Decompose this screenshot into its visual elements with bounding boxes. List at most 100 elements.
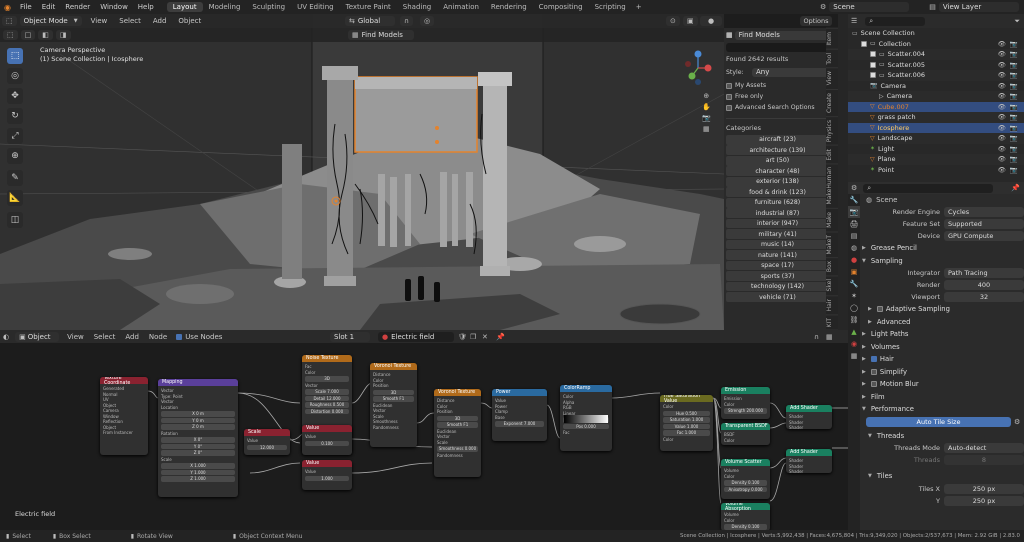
camera-render-icon[interactable]: 📷	[1010, 50, 1018, 58]
hair-checkbox[interactable]	[870, 356, 877, 363]
fake-user-icon[interactable]: 🛡	[458, 333, 467, 341]
tab-animation[interactable]: Animation	[437, 2, 485, 12]
exclude-checkbox[interactable]	[870, 61, 876, 68]
node-ramp[interactable]: ColorRampColorAlphaRGBLinear0Pos 0.000Fa…	[560, 385, 612, 451]
advanced-panel[interactable]: ▶ Advanced	[862, 316, 1024, 329]
world-tab-icon[interactable]: ●	[848, 254, 860, 266]
exclude-checkbox[interactable]	[870, 51, 876, 58]
viewport-samples-field[interactable]: 32	[944, 292, 1024, 302]
texture-tab-icon[interactable]: ▦	[848, 350, 860, 362]
node-field[interactable]: 3D	[437, 415, 478, 421]
node-menu-view[interactable]: View	[67, 333, 84, 341]
render-tab-icon[interactable]: 📷	[848, 206, 860, 218]
node-addshader2[interactable]: Add Shader Shader Shader Shader	[786, 449, 832, 473]
node-field[interactable]: Distortion 0.000	[305, 408, 349, 414]
node-transparent[interactable]: Transparent BSDF BSDF Color	[721, 423, 770, 445]
outliner-row[interactable]: ▽ Icosphere 👁 📷	[848, 122, 1024, 133]
physics-tab-icon[interactable]: ◯	[848, 302, 860, 314]
simplify-checkbox[interactable]	[870, 368, 877, 375]
slot-dropdown[interactable]: Slot 1	[330, 331, 370, 342]
node-field[interactable]: 3D	[305, 376, 349, 382]
node-field[interactable]: Y 1.000	[161, 469, 235, 475]
tool-tab-icon[interactable]: 🔧	[848, 194, 860, 206]
eye-icon[interactable]: 👁	[998, 82, 1006, 90]
node-power[interactable]: Power Value Power Clamp Base Exponent 7.000	[492, 389, 547, 441]
node-volscatter[interactable]: Volume Scatter Volume Color Density 0.100 An…	[721, 459, 770, 499]
tool-rotate[interactable]: ↻	[7, 108, 23, 124]
select-mode-extend[interactable]: ◧	[38, 30, 53, 40]
n-panel-tab[interactable]: Box	[826, 257, 838, 276]
view-layer-selector[interactable]: View Layer	[938, 2, 1019, 12]
camera-render-icon[interactable]: 📷	[1010, 71, 1018, 79]
outliner-row[interactable]: ▭ Collection 👁 📷	[848, 39, 1024, 50]
scene-tab-icon[interactable]: ◍	[848, 242, 860, 254]
pin-icon[interactable]: 📌	[496, 333, 505, 341]
active-tool-button[interactable]: ⬚	[3, 30, 18, 40]
view-layer-tab-icon[interactable]: ▤	[848, 230, 860, 242]
node-field[interactable]: Fac 1.000	[663, 430, 710, 436]
outliner-row[interactable]: ▽ Cube.007 👁 📷	[848, 101, 1024, 112]
tab-uv-editing[interactable]: UV Editing	[291, 2, 340, 12]
tool-measure[interactable]: 📐	[7, 190, 23, 206]
node-texcoord[interactable]: Texture Coordinate Generated Normal UV Objec…	[100, 377, 148, 455]
outliner-row[interactable]: ▭ Scatter.005 👁 📷	[848, 60, 1024, 71]
camera-render-icon[interactable]: 📷	[1010, 134, 1018, 142]
node-field[interactable]: Detail 12.000	[305, 395, 349, 401]
properties-search-input[interactable]: ⌕	[863, 183, 994, 193]
node-field[interactable]: Y 0°	[161, 443, 235, 449]
tool-move[interactable]: ✥	[7, 88, 23, 104]
material-selector[interactable]: ● Electric field	[378, 331, 454, 342]
unlink-material-icon[interactable]: ✕	[482, 333, 488, 341]
menu-help[interactable]: Help	[138, 3, 154, 11]
node-value1[interactable]: Value Value 0.100	[302, 425, 352, 455]
camera-render-icon[interactable]: 📷	[1010, 124, 1018, 132]
simplify-panel[interactable]: ▶ Simplify	[862, 366, 1024, 379]
zoom-icon[interactable]: ⊕	[702, 92, 711, 100]
particles-tab-icon[interactable]: ✶	[848, 290, 860, 302]
snap-toggle[interactable]: ∩	[400, 16, 414, 26]
viewport-menu-object[interactable]: Object	[178, 17, 201, 25]
eye-icon[interactable]: 👁	[998, 124, 1006, 132]
eye-icon[interactable]: 👁	[998, 71, 1006, 79]
render-engine-dropdown[interactable]: Cycles	[944, 207, 1024, 217]
threads-mode-dropdown[interactable]: Auto-detect	[944, 443, 1024, 453]
n-panel-tab[interactable]: MakeT	[826, 230, 838, 258]
threads-panel[interactable]: ▼ Threads	[862, 430, 1024, 443]
hand-pan-icon[interactable]: ✋	[702, 103, 711, 111]
n-panel-tab[interactable]: MakeHuman	[826, 163, 838, 208]
node-addshader1[interactable]: Add Shader Shader Shader Shader	[786, 405, 832, 429]
use-nodes-toggle[interactable]: Use Nodes	[176, 333, 222, 341]
camera-render-icon[interactable]: 📷	[1010, 113, 1018, 121]
viewport-options-button[interactable]: Options	[800, 16, 832, 26]
node-field[interactable]: Scale 7.000	[305, 389, 349, 395]
hair-panel[interactable]: ▶ Hair	[862, 353, 1024, 366]
node-field[interactable]: X 1.000	[161, 463, 235, 469]
n-panel-tab[interactable]: KIT	[826, 314, 838, 331]
node-field[interactable]: Density 0.100	[724, 524, 767, 530]
outliner-root[interactable]: ▭ Scene Collection	[848, 28, 1024, 39]
tool-cursor[interactable]: ◎	[7, 68, 23, 84]
tab-shading[interactable]: Shading	[397, 2, 437, 12]
proportional-toggle[interactable]: ◎	[420, 16, 435, 26]
adaptive-sampling-panel[interactable]: ▶ Adaptive Sampling	[862, 303, 1024, 316]
grid-perspective-icon[interactable]: ▦	[702, 125, 711, 133]
outliner-row[interactable]: 📷 Camera 👁 📷	[848, 81, 1024, 92]
node-hsv[interactable]: Hue Saturation Value Color Hue 0.500 Satura…	[660, 395, 713, 451]
eye-icon[interactable]: 👁	[998, 103, 1006, 111]
3d-viewport[interactable]: ⬚ Object Mode ▼ View Select Add Object ⇆…	[0, 14, 724, 330]
n-panel-tab[interactable]: View	[826, 67, 838, 89]
performance-panel[interactable]: ▼ Performance	[862, 403, 1024, 416]
n-panel-tab[interactable]: Make	[826, 207, 838, 231]
node-voronoi2[interactable]: Voronoi Texture Distance Color Position 3D Sm…	[434, 389, 481, 477]
outliner-row[interactable]: ▷ Camera 👁 📷	[848, 91, 1024, 102]
node-field[interactable]: Saturation 1.000	[663, 417, 710, 423]
blender-logo-icon[interactable]: ◉	[4, 3, 11, 12]
feature-set-dropdown[interactable]: Supported	[944, 219, 1024, 229]
node-menu-select[interactable]: Select	[94, 333, 116, 341]
navigation-gizmo[interactable]	[684, 48, 714, 88]
tab-compositing[interactable]: Compositing	[533, 2, 589, 12]
node-field[interactable]: Smooth F1	[373, 396, 414, 402]
eye-icon[interactable]: 👁	[998, 134, 1006, 142]
n-panel-tab[interactable]: Skel	[826, 275, 838, 295]
filter-icon[interactable]: ⏷	[1014, 17, 1020, 26]
